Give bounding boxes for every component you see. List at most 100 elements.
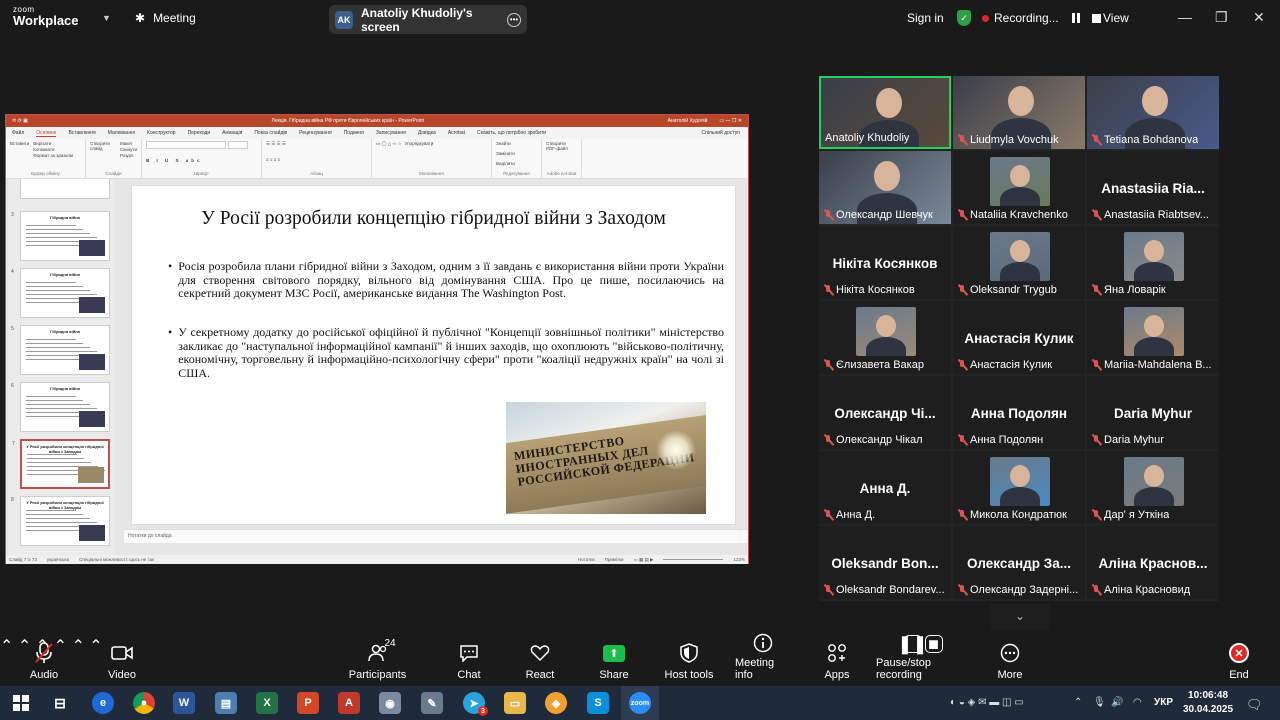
- zoom-app-icon[interactable]: zoom: [629, 692, 651, 714]
- notes-toggle[interactable]: Нотатки: [578, 557, 595, 562]
- participant-tile[interactable]: Анна Подолян Анна Подолян: [953, 376, 1085, 449]
- participant-tile[interactable]: Anastasiia Ria... Anastasiia Riabtsev...: [1087, 151, 1219, 224]
- share-screen-button[interactable]: ⬆ Share: [596, 636, 632, 686]
- telegram-icon[interactable]: ➤ 3: [463, 692, 488, 716]
- language-indicator[interactable]: українська: [47, 557, 69, 562]
- paste-button[interactable]: Вставити: [10, 141, 29, 158]
- slide-thumbnail[interactable]: [20, 179, 110, 199]
- ppt-tab[interactable]: Запису­вання: [376, 130, 406, 136]
- view-buttons[interactable]: ▭ ▦ ▤ ▶: [634, 557, 654, 563]
- font-size-select[interactable]: [228, 141, 248, 149]
- new-slide-button[interactable]: Створити слайд: [90, 141, 117, 158]
- ppt-tab[interactable]: Подання: [344, 130, 364, 136]
- host-tools-button[interactable]: Host tools: [664, 636, 714, 686]
- participant-tile[interactable]: Нікіта Косянков Нікіта Косянков: [819, 226, 951, 299]
- participant-tile[interactable]: Liudmyla Vovchuk: [953, 76, 1085, 149]
- view-menu-button[interactable]: View: [1103, 11, 1129, 25]
- word-icon[interactable]: W: [173, 692, 195, 714]
- slide-thumbnail-pane[interactable]: 3 Гібридна війна 4 Гібридна війна 5 Гібридна …: [8, 179, 114, 555]
- participant-tile[interactable]: Nataliia Kravchenko: [953, 151, 1085, 224]
- select-button[interactable]: Виділити: [496, 161, 537, 166]
- accessibility-indicator[interactable]: Спеціальні можливості: щось не так: [79, 557, 154, 562]
- participant-tile[interactable]: Аліна Краснов... Аліна Красновид: [1087, 526, 1219, 599]
- close-icon[interactable]: ✕: [1253, 9, 1265, 26]
- pause-recording-icon[interactable]: [1071, 13, 1082, 23]
- file-explorer-icon[interactable]: ▭: [504, 692, 526, 714]
- participant-tile[interactable]: Єлизавета Вакар: [819, 301, 951, 374]
- slide-thumbnail[interactable]: 6 Гібридна війна: [11, 382, 110, 432]
- react-button[interactable]: React: [522, 636, 558, 686]
- participant-tile[interactable]: Яна Ловарік: [1087, 226, 1219, 299]
- participant-tile[interactable]: Олександр Шевчук: [819, 151, 951, 224]
- more-options-icon[interactable]: •••: [507, 12, 521, 27]
- participant-tile[interactable]: Anatoliy Khudoliy: [819, 76, 951, 149]
- find-button[interactable]: Знайти: [496, 141, 537, 146]
- zoom-logo[interactable]: zoom Workplace: [13, 6, 79, 28]
- participant-tile[interactable]: Анна Д. Анна Д.: [819, 451, 951, 524]
- participant-tile[interactable]: Дар' я Уткіна: [1087, 451, 1219, 524]
- participants-button[interactable]: 24 Participants: [349, 636, 406, 686]
- ppt-window-controls[interactable]: ▭ — ❐ ✕: [719, 118, 742, 124]
- skype-icon[interactable]: S: [587, 692, 609, 714]
- ppt-tab[interactable]: Основне: [36, 130, 57, 137]
- alignment-buttons[interactable]: ≡ ≡ ≡ ≡: [266, 157, 367, 162]
- keyboard-language[interactable]: УКР: [1154, 697, 1173, 708]
- restore-icon[interactable]: ❐: [1215, 9, 1228, 26]
- reset-button[interactable]: Скинути: [120, 147, 137, 152]
- edge-browser-icon[interactable]: e: [92, 692, 114, 714]
- ppt-tab[interactable]: Файл: [12, 130, 24, 136]
- audio-options-caret-icon[interactable]: ⌃: [0, 638, 13, 655]
- system-clock[interactable]: 10:06:48 30.04.2025: [1183, 689, 1233, 717]
- slide-thumbnail[interactable]: 4 Гібридна війна: [11, 268, 110, 318]
- participant-tile[interactable]: Tetiana Bohdanova: [1087, 76, 1219, 149]
- wifi-icon[interactable]: ◠: [1133, 697, 1142, 708]
- tray-chevron-icon[interactable]: ⌃: [1074, 697, 1082, 708]
- sign-in-link[interactable]: Sign in: [907, 11, 944, 25]
- ppt-tab[interactable]: Переходи: [188, 130, 211, 136]
- comments-toggle[interactable]: Примітки: [605, 557, 624, 562]
- gallery-next-page-button[interactable]: ⌄: [990, 604, 1050, 630]
- files-app-icon[interactable]: ▤: [215, 692, 237, 714]
- ppt-tab[interactable]: Acrobat: [448, 130, 465, 136]
- participant-tile[interactable]: Анастасія Кулик Анастасія Кулик: [953, 301, 1085, 374]
- slide-notes-field[interactable]: Нотатки до слайда: [124, 529, 748, 543]
- tray-icons[interactable]: ◐ ◒ ◈ ✉ ▬ ◫ ▭: [950, 697, 1024, 708]
- meeting-info-button[interactable]: Meeting info: [735, 633, 791, 686]
- windows-start-icon[interactable]: [10, 692, 32, 714]
- apps-button[interactable]: Apps: [822, 636, 852, 686]
- slide-thumbnail[interactable]: 3 Гібридна війна: [11, 211, 110, 261]
- audio-button[interactable]: Audio: [26, 636, 62, 686]
- ppt-tab[interactable]: Малювання: [108, 130, 135, 136]
- participant-tile[interactable]: Oleksandr Trygub: [953, 226, 1085, 299]
- tray-microphone-icon[interactable]: 🎙: [1093, 697, 1106, 708]
- paint-icon[interactable]: ✎: [421, 692, 443, 714]
- ppt-tab[interactable]: Показ слайдів: [254, 130, 287, 136]
- font-name-select[interactable]: [146, 141, 226, 149]
- participant-tile[interactable]: Mariia-Mahdalena B...: [1087, 301, 1219, 374]
- font-style-buttons[interactable]: B I U S abc: [146, 158, 257, 163]
- ppt-tab[interactable]: Конструктор: [147, 130, 176, 136]
- copy-button[interactable]: Копіювати: [33, 147, 73, 152]
- create-pdf-button[interactable]: Створити PDF-файл: [546, 141, 577, 151]
- task-view-icon[interactable]: ⊟: [49, 692, 71, 714]
- minimize-icon[interactable]: —: [1178, 9, 1192, 25]
- slide-thumbnail[interactable]: 8 У Росії розробили концепцію гібридної в…: [11, 496, 110, 546]
- meeting-button[interactable]: ✱ Meeting: [135, 11, 196, 25]
- excel-icon[interactable]: X: [256, 692, 278, 714]
- replace-button[interactable]: Замінити: [496, 151, 537, 156]
- notifications-icon[interactable]: 🗨: [1246, 697, 1263, 713]
- paragraph-buttons[interactable]: ☰ ☰ ☰ ☰: [266, 141, 367, 147]
- powerpoint-icon[interactable]: P: [297, 692, 319, 714]
- volume-icon[interactable]: 🔊: [1111, 697, 1123, 708]
- layout-button[interactable]: Макет: [120, 141, 137, 146]
- shapes-gallery[interactable]: ▭ ◯ △ ⇨ ☆: [376, 141, 402, 147]
- participant-tile[interactable]: Daria Myhur Daria Myhur: [1087, 376, 1219, 449]
- more-button[interactable]: More: [996, 636, 1024, 686]
- slide-thumbnail[interactable]: 5 Гібридна війна: [11, 325, 110, 375]
- chat-button[interactable]: Chat: [451, 636, 487, 686]
- zoom-level[interactable]: 122%: [733, 557, 745, 562]
- end-meeting-button[interactable]: ✕ End: [1226, 636, 1252, 686]
- participant-tile[interactable]: Олександр Чі... Олександр Чікал: [819, 376, 951, 449]
- ppt-user-name[interactable]: Анатолій Худолій: [668, 118, 708, 124]
- chevron-down-icon[interactable]: ▼: [102, 13, 111, 23]
